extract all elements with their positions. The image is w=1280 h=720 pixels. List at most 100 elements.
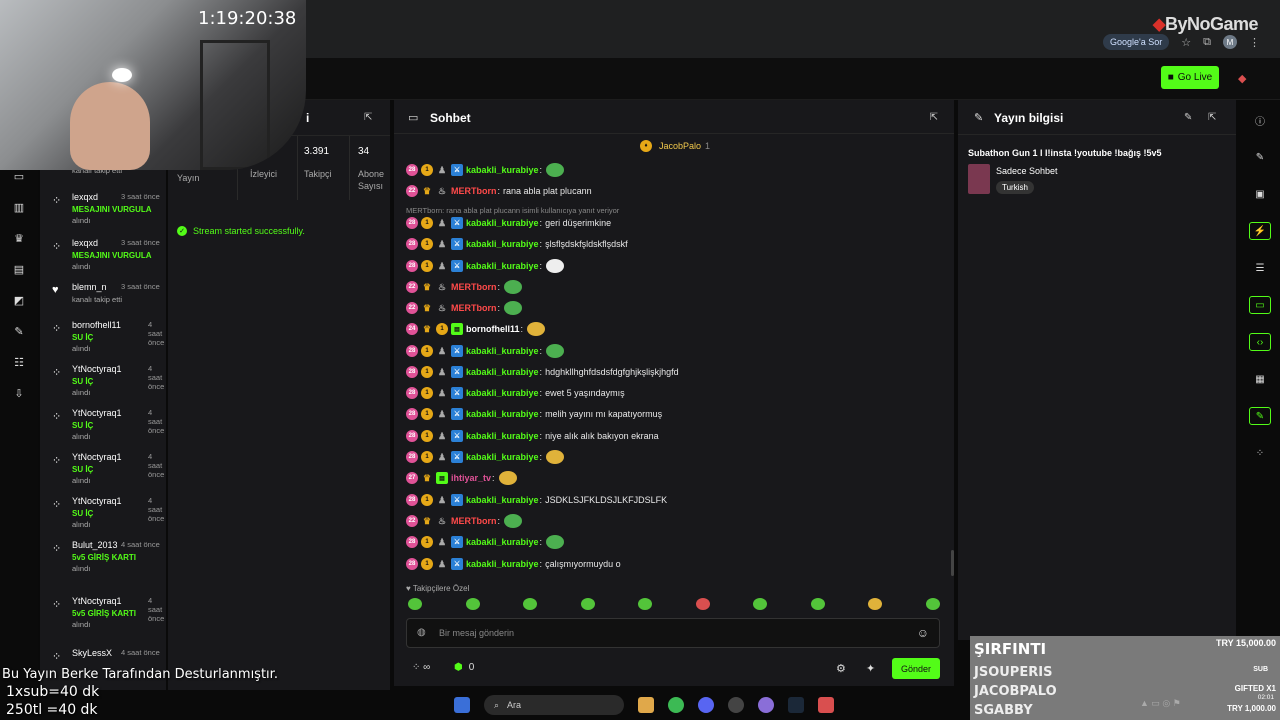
- chat-username[interactable]: kabakli_kurabiye: [466, 495, 539, 505]
- go-live-button[interactable]: ■ Go Live: [1161, 66, 1219, 89]
- obs-icon[interactable]: [728, 697, 744, 713]
- app-icon[interactable]: [758, 697, 774, 713]
- sword-badge-icon: ⚔: [451, 164, 463, 176]
- chat-username[interactable]: MERTborn: [451, 303, 497, 313]
- dashboard-icon[interactable]: ▭: [14, 170, 24, 183]
- chat-emote[interactable]: [527, 322, 546, 336]
- chat-scrollbar[interactable]: [951, 550, 954, 576]
- feed-username[interactable]: YtNoctyraq1: [72, 496, 122, 506]
- chat-username[interactable]: kabakli_kurabiye: [466, 367, 539, 377]
- pinned-gifter[interactable]: ♦ JacobPalo 1: [640, 140, 710, 152]
- feed-username[interactable]: YtNoctyraq1: [72, 596, 122, 606]
- feed-username[interactable]: YtNoctyraq1: [72, 452, 122, 462]
- app-icon[interactable]: [818, 697, 834, 713]
- chat-emote[interactable]: [546, 163, 565, 177]
- popout-icon[interactable]: ⇱: [364, 112, 372, 123]
- extensions-icon[interactable]: ⧉: [1203, 36, 1211, 49]
- chat-emote[interactable]: [498, 471, 517, 485]
- emote-button[interactable]: [465, 598, 480, 610]
- start-icon[interactable]: [454, 697, 470, 713]
- emote-button[interactable]: [925, 598, 940, 610]
- media-icon[interactable]: ▤: [14, 263, 24, 276]
- chat-username[interactable]: kabakli_kurabiye: [466, 165, 539, 175]
- taskbar-search[interactable]: ⌕ Ara: [484, 695, 624, 715]
- chat-emote[interactable]: [546, 344, 565, 358]
- nodes-icon[interactable]: ⁘: [1249, 444, 1271, 462]
- files-icon[interactable]: [638, 697, 654, 713]
- user-menu-icon[interactable]: ◆: [1238, 72, 1246, 85]
- points-counter[interactable]: ⬢ 0: [454, 662, 474, 673]
- chat-emote[interactable]: [546, 259, 565, 273]
- steam-icon[interactable]: [788, 697, 804, 713]
- chat-emote[interactable]: [504, 514, 523, 528]
- chat-username[interactable]: kabakli_kurabiye: [466, 346, 539, 356]
- chat-username[interactable]: MERTborn: [451, 282, 497, 292]
- profile-avatar[interactable]: M: [1223, 35, 1237, 49]
- emote-button[interactable]: [695, 598, 710, 610]
- chat-username[interactable]: kabakli_kurabiye: [466, 218, 539, 228]
- feed-username[interactable]: blemn_n: [72, 282, 107, 292]
- feed-username[interactable]: lexqxd: [72, 192, 98, 202]
- lightning-icon[interactable]: ⚡: [1249, 222, 1271, 240]
- emote-button[interactable]: [580, 598, 595, 610]
- emote-button[interactable]: [753, 598, 768, 610]
- popout-icon[interactable]: ⇱: [930, 112, 938, 123]
- chart-icon[interactable]: ◩: [14, 294, 24, 307]
- chat-username[interactable]: kabakli_kurabiye: [466, 388, 539, 398]
- emoji-icon[interactable]: ☺: [917, 626, 929, 640]
- wrench-icon[interactable]: ✎: [14, 325, 23, 338]
- list-icon[interactable]: ☰: [1249, 259, 1271, 277]
- chat-input[interactable]: ◍ Bir mesaj gönderin ☺: [406, 618, 940, 648]
- popout-icon[interactable]: ⇱: [1208, 112, 1216, 123]
- feed-username[interactable]: YtNoctyraq1: [72, 364, 122, 374]
- emote-button[interactable]: [868, 598, 883, 610]
- discord-icon[interactable]: [698, 697, 714, 713]
- community-icon[interactable]: ☷: [14, 356, 24, 369]
- chat-username[interactable]: ihtiyar_tv: [451, 473, 491, 483]
- feed-username[interactable]: bornofhell11: [72, 320, 121, 330]
- chat-emote[interactable]: [546, 450, 565, 464]
- chat-username[interactable]: kabakli_kurabiye: [466, 559, 539, 569]
- emote-button[interactable]: [638, 598, 653, 610]
- emote-button[interactable]: [408, 598, 422, 610]
- layout-icon[interactable]: ▣: [1249, 185, 1271, 203]
- stack-icon[interactable]: ▦: [1249, 370, 1271, 388]
- chrome-icon[interactable]: [668, 697, 684, 713]
- google-sor-button[interactable]: Google'a Sor: [1103, 34, 1170, 50]
- edit-icon[interactable]: ✎: [1184, 112, 1192, 123]
- analytics-icon[interactable]: ▥: [14, 201, 24, 214]
- upload-icon[interactable]: ⇩: [14, 387, 23, 400]
- trophy-icon[interactable]: ♛: [14, 232, 24, 245]
- gear-icon[interactable]: ⚙: [836, 662, 846, 675]
- feed-username[interactable]: Bulut_2013: [72, 540, 118, 550]
- chat-username[interactable]: kabakli_kurabiye: [466, 431, 539, 441]
- chat-emote[interactable]: [504, 280, 523, 294]
- chat-emote[interactable]: [504, 301, 523, 315]
- pen-icon[interactable]: ✎: [1249, 148, 1271, 166]
- chat-username[interactable]: kabakli_kurabiye: [466, 537, 539, 547]
- feed-username[interactable]: lexqxd: [72, 238, 98, 248]
- emote-button[interactable]: [810, 598, 825, 610]
- emote-button[interactable]: [523, 598, 538, 610]
- menu-icon[interactable]: ⋮: [1249, 36, 1260, 49]
- info-icon[interactable]: ⓘ: [1249, 111, 1271, 129]
- star-icon[interactable]: ☆: [1181, 36, 1191, 49]
- chat-username[interactable]: kabakli_kurabiye: [466, 409, 539, 419]
- chat-username[interactable]: MERTborn: [451, 516, 497, 526]
- system-tray[interactable]: ▲ ▭ ◎ ⚑: [1140, 698, 1181, 709]
- feed-username[interactable]: SkyLessX: [72, 648, 112, 658]
- chat-username[interactable]: kabakli_kurabiye: [466, 239, 539, 249]
- points-icon[interactable]: ⁘ ∞: [412, 662, 430, 673]
- code-icon[interactable]: ‹›: [1249, 333, 1271, 351]
- chat-emote[interactable]: [546, 535, 565, 549]
- chat-username[interactable]: bornofhell11: [466, 324, 520, 334]
- chat-username[interactable]: kabakli_kurabiye: [466, 452, 539, 462]
- shield-icon[interactable]: ◍: [417, 627, 426, 638]
- chat-username[interactable]: kabakli_kurabiye: [466, 261, 539, 271]
- feed-username[interactable]: YtNoctyraq1: [72, 408, 122, 418]
- send-button[interactable]: Gönder: [892, 658, 940, 679]
- chat-bubble-icon[interactable]: ▭: [1249, 296, 1271, 314]
- wrench-icon[interactable]: ✎: [1249, 407, 1271, 425]
- bot-icon[interactable]: ✦: [866, 662, 875, 675]
- chat-username[interactable]: MERTborn: [451, 186, 497, 196]
